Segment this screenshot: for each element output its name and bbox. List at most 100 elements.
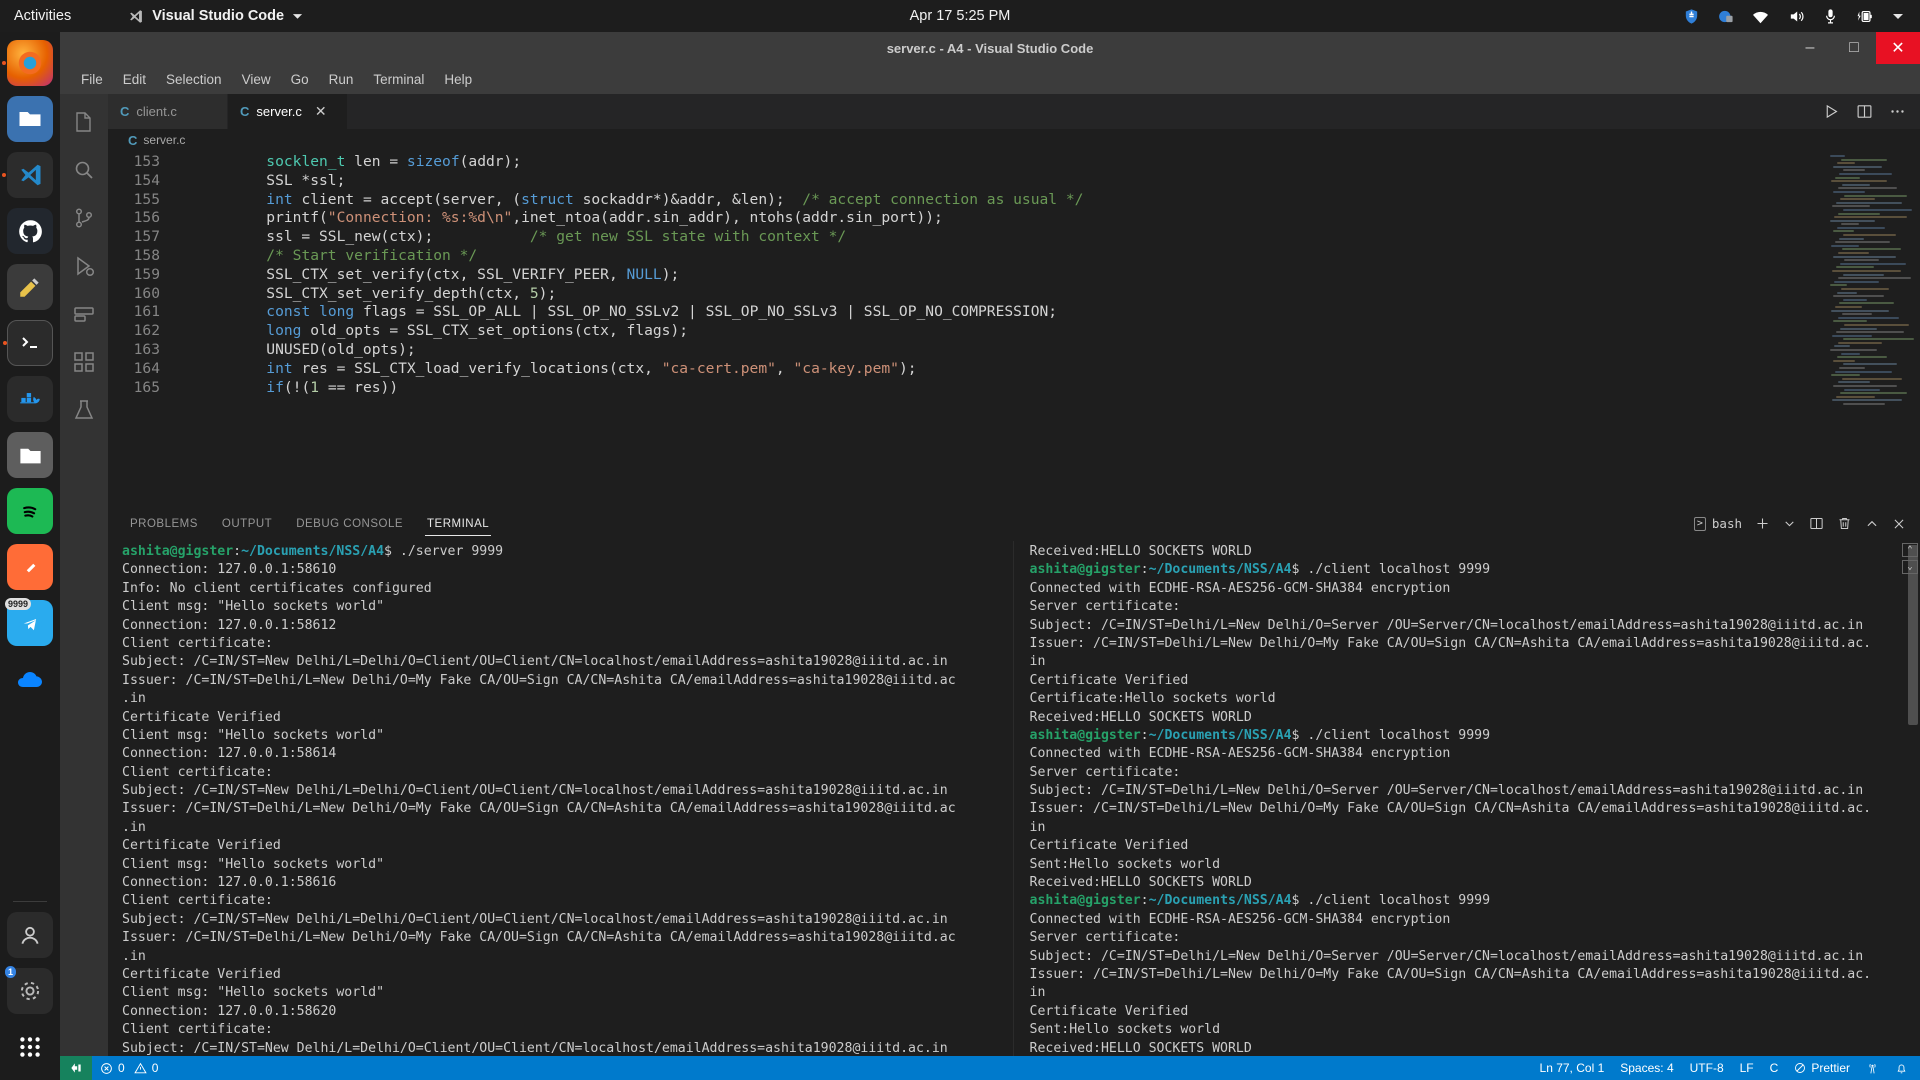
terminal-prompt-line: ashita@gigster:~/Documents/NSS/A4$ ./cli… [1030,727,1920,745]
sidebar-item-run-debug[interactable] [60,242,108,290]
editor-actions [1809,94,1920,129]
menu-file[interactable]: File [72,68,112,91]
sidebar-item-extensions[interactable] [60,338,108,386]
split-editor-icon[interactable] [1856,103,1873,120]
close-button[interactable]: ✕ [1876,32,1920,64]
dock-item-telegram[interactable]: 9999 [7,600,53,646]
dock-item-onedrive[interactable] [7,656,53,702]
dock-item-files[interactable] [7,96,53,142]
sidebar-item-testing[interactable] [60,386,108,434]
run-icon[interactable] [1823,103,1840,120]
maximize-button[interactable]: □ [1832,32,1876,64]
prettier-label: Prettier [1811,1061,1850,1075]
language-mode[interactable]: C [1762,1056,1787,1080]
active-app-menu[interactable]: Visual Studio Code [127,8,303,25]
dock-item-firefox[interactable] [7,40,53,86]
encoding[interactable]: UTF-8 [1682,1056,1732,1080]
minimap-line [1832,399,1903,401]
prettier-status[interactable]: Prettier [1786,1056,1858,1080]
line-number: 165 [108,379,160,398]
menu-view[interactable]: View [233,68,280,91]
code-view: 153154155156157158159160161162163164165 … [108,151,1824,506]
panel-tabs: PROBLEMS OUTPUT DEBUG CONSOLE TERMINAL >… [108,506,1920,541]
terminal-shell-selector[interactable]: > bash [1694,516,1742,531]
minimize-button[interactable]: – [1788,32,1832,64]
minimap-line [1838,381,1871,383]
tab-problems[interactable]: PROBLEMS [128,510,200,538]
dock-item-postman[interactable] [7,544,53,590]
minimap-line [1836,331,1904,333]
terminal-output-line: .in [122,819,1013,837]
more-actions-icon[interactable] [1889,103,1906,120]
terminal-pane-server[interactable]: ashita@gigster:~/Documents/NSS/A4$ ./ser… [108,541,1013,1056]
dock-item-spotify[interactable] [7,488,53,534]
kill-terminal-icon[interactable] [1837,516,1852,531]
show-applications-button[interactable] [7,1024,53,1070]
minimap[interactable] [1824,151,1920,506]
remote-window-button[interactable] [60,1056,92,1080]
dock-item-text-editor[interactable] [7,264,53,310]
tab-server-c[interactable]: C server.c ✕ [228,94,348,129]
cursor-position[interactable]: Ln 77, Col 1 [1532,1056,1613,1080]
terminal-output-line: in [1030,653,1920,671]
code-editor[interactable]: 153154155156157158159160161162163164165 … [108,151,1920,506]
minimap-line [1831,245,1859,247]
microphone-icon[interactable] [1823,8,1838,25]
sidebar-item-remote-explorer[interactable] [60,290,108,338]
dock-item-settings[interactable]: 1 [7,968,53,1014]
menu-terminal[interactable]: Terminal [364,68,433,91]
menu-selection[interactable]: Selection [157,68,231,91]
scroll-up-icon[interactable]: ⌃ [1902,543,1918,557]
terminal-scrollbar[interactable] [1906,541,1920,1056]
close-icon[interactable]: ✕ [315,103,327,120]
line-number: 158 [108,247,160,266]
prompt-path: ~/Documents/NSS/A4 [1149,893,1292,908]
tab-output[interactable]: OUTPUT [220,510,274,538]
eol-sequence[interactable]: LF [1732,1056,1762,1080]
sidebar-item-explorer[interactable] [60,98,108,146]
radio-tower-button[interactable] [1858,1056,1887,1080]
minimap-line [1835,177,1860,179]
breadcrumb[interactable]: C server.c [108,129,1920,151]
menu-go[interactable]: Go [282,68,318,91]
close-panel-icon[interactable] [1892,517,1906,531]
maximize-panel-icon[interactable] [1865,517,1879,531]
terminal-pane-client[interactable]: Received:HELLO SOCKETS WORLDashita@gigst… [1013,541,1920,1056]
dock-item-vscode[interactable] [7,152,53,198]
disk-usage-icon[interactable] [1717,8,1734,25]
sidebar-item-search[interactable] [60,146,108,194]
menu-edit[interactable]: Edit [114,68,155,91]
shell-name: bash [1712,516,1742,531]
scroll-down-icon[interactable]: ⌄ [1902,560,1918,574]
dock-item-terminal[interactable] [7,320,53,366]
tab-terminal[interactable]: TERMINAL [425,510,491,538]
minimap-line [1838,317,1899,319]
tab-client-c[interactable]: C client.c [108,94,228,129]
minimap-line [1831,310,1889,312]
indentation[interactable]: Spaces: 4 [1612,1056,1681,1080]
dock-item-file-manager[interactable] [7,432,53,478]
dock-item-user-account[interactable] [7,912,53,958]
code-content[interactable]: socklen_t len = sizeof(addr); SSL *ssl; … [174,153,1824,506]
breadcrumb-file[interactable]: server.c [143,133,185,147]
menu-run[interactable]: Run [320,68,363,91]
tray-chevron-down-icon[interactable] [1892,12,1904,20]
shield-icon[interactable] [1683,8,1700,25]
wifi-icon[interactable] [1751,8,1770,25]
terminal-dropdown-icon[interactable] [1783,517,1796,530]
activities-button[interactable]: Activities [0,8,85,24]
dock-item-docker[interactable] [7,376,53,422]
sidebar-item-source-control[interactable] [60,194,108,242]
split-terminal-icon[interactable] [1809,516,1824,531]
volume-icon[interactable] [1787,8,1806,25]
problems-status[interactable]: 0 0 [92,1056,166,1080]
battery-icon[interactable] [1855,8,1875,25]
new-terminal-icon[interactable] [1755,516,1770,531]
tab-debug-console[interactable]: DEBUG CONSOLE [294,510,405,538]
menu-help[interactable]: Help [435,68,481,91]
dock-item-github[interactable] [7,208,53,254]
prompt-command: $ ./server 9999 [384,544,503,559]
prompt-user: ashita@gigster [1030,562,1141,577]
code-line: ssl = SSL_new(ctx); /* get new SSL state… [196,228,1824,247]
notifications-button[interactable] [1887,1056,1916,1080]
